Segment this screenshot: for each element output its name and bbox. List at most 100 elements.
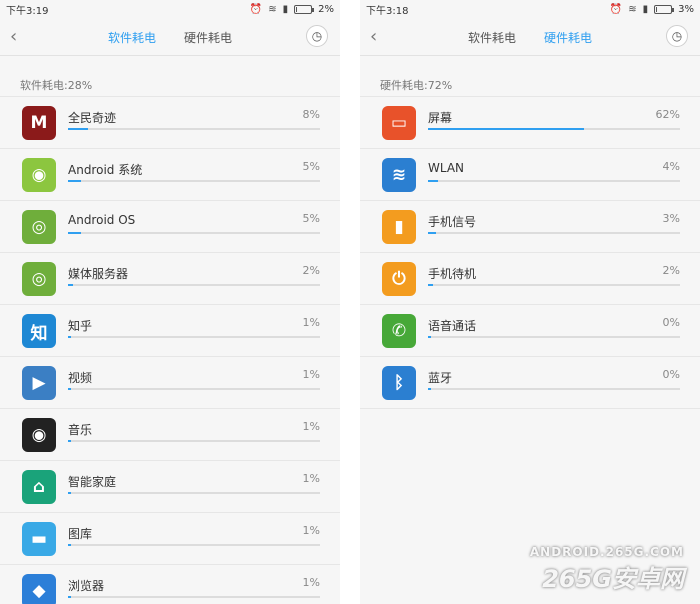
phone-icon: ✆ — [382, 314, 416, 348]
item-percent: 1% — [302, 576, 320, 589]
item-name: 手机待机 — [428, 267, 477, 281]
status-time: 下午3:19 — [6, 5, 49, 17]
usage-bar — [68, 544, 320, 546]
header: ‹ 软件耗电 硬件耗电 ◷ — [360, 18, 700, 56]
list-item[interactable]: ⌂ 智能家庭 1% — [0, 460, 340, 512]
browser-icon: ◆ — [22, 574, 56, 604]
tab-software[interactable]: 软件耗电 — [108, 29, 156, 46]
usage-bar-fill — [428, 336, 432, 338]
usage-bar-fill — [428, 180, 439, 182]
list-item[interactable]: ◎ 媒体服务器 2% — [0, 252, 340, 304]
usage-bar — [68, 284, 320, 286]
usage-bar — [68, 440, 320, 442]
battery-icon — [654, 4, 675, 14]
list-item[interactable]: ◉ 音乐 1% — [0, 408, 340, 460]
watermark-brand: 265G安卓网 — [542, 565, 684, 593]
list-item[interactable]: ◉ Android 系统 5% — [0, 148, 340, 200]
item-percent: 0% — [662, 316, 680, 329]
list-item[interactable]: ✆ 语音通话 0% — [360, 304, 700, 356]
usage-bar — [68, 336, 320, 338]
clock-icon[interactable]: ◷ — [666, 25, 688, 47]
list-item[interactable]: ▮ 手机信号 3% — [360, 200, 700, 252]
usage-bar — [428, 128, 680, 130]
usage-bar-fill — [68, 596, 72, 598]
item-name: 视频 — [68, 371, 93, 385]
usage-bar — [428, 388, 680, 390]
usage-bar — [428, 284, 680, 286]
usage-list: ▭ 屏幕 62% ≋ WLAN 4% ▮ 手机信号 3% ⏻ 手机待机 2% ✆ 语音通话 0% ᛒ 蓝牙 0% — [360, 96, 700, 409]
list-item[interactable]: 知知乎 1% — [0, 304, 340, 356]
item-percent: 62% — [655, 108, 680, 121]
smart-home-icon: ⌂ — [22, 470, 56, 504]
usage-bar-fill — [68, 388, 72, 390]
usage-bar — [428, 180, 680, 182]
item-name: Android OS — [68, 213, 136, 227]
battery-icon — [294, 4, 315, 14]
alarm-icon: ⏰ — [249, 3, 263, 15]
list-item[interactable]: ≋ WLAN 4% — [360, 148, 700, 200]
left-screen: 下午3:19 ⏰ ≋ ▮ 2% ‹ 软件耗电 硬件耗电 ◷ 软件耗电:28% M… — [0, 0, 340, 604]
usage-bar-fill — [68, 336, 72, 338]
watermark: ANDROID.265G.COM 265G安卓网 — [530, 545, 684, 594]
item-percent: 8% — [302, 108, 320, 121]
list-item[interactable]: ᛒ 蓝牙 0% — [360, 356, 700, 408]
item-name: 浏览器 — [68, 579, 105, 593]
item-percent: 4% — [662, 160, 680, 173]
list-divider — [360, 408, 700, 409]
status-time: 下午3:18 — [366, 5, 409, 17]
music-icon: ◉ — [22, 418, 56, 452]
item-name: 图库 — [68, 527, 93, 541]
list-item[interactable]: ◎ Android OS 5% — [0, 200, 340, 252]
item-name: WLAN — [428, 161, 465, 175]
item-percent: 1% — [302, 472, 320, 485]
game-icon: M — [22, 106, 56, 140]
usage-bar-fill — [68, 492, 72, 494]
power-icon: ⏻ — [382, 262, 416, 296]
list-item[interactable]: ▶ 视频 1% — [0, 356, 340, 408]
zhihu-icon: 知 — [22, 314, 56, 348]
item-name: 屏幕 — [428, 111, 453, 125]
item-name: 知乎 — [68, 319, 93, 333]
item-name: 媒体服务器 — [68, 267, 129, 281]
gallery-icon: ▬ — [22, 522, 56, 556]
right-screen: 下午3:18 ⏰ ≋ ▮ 3% ‹ 软件耗电 硬件耗电 ◷ 硬件耗电:72% ▭… — [360, 0, 700, 604]
item-percent: 1% — [302, 368, 320, 381]
tab-bar: 软件耗电 硬件耗电 — [360, 29, 700, 46]
item-name: 全民奇迹 — [68, 111, 117, 125]
tab-hardware[interactable]: 硬件耗电 — [184, 29, 232, 46]
item-name: 语音通话 — [428, 319, 477, 333]
android-icon: ◉ — [22, 158, 56, 192]
list-item[interactable]: ◆ 浏览器 1% — [0, 564, 340, 604]
media-server-icon: ◎ — [22, 262, 56, 296]
screen-icon: ▭ — [382, 106, 416, 140]
clock-icon[interactable]: ◷ — [306, 25, 328, 47]
item-name: 蓝牙 — [428, 371, 453, 385]
video-icon: ▶ — [22, 366, 56, 400]
usage-bar — [68, 388, 320, 390]
list-item[interactable]: ⏻ 手机待机 2% — [360, 252, 700, 304]
usage-bar — [428, 336, 680, 338]
item-percent: 2% — [302, 264, 320, 277]
item-percent: 2% — [662, 264, 680, 277]
usage-bar — [68, 180, 320, 182]
tab-software[interactable]: 软件耗电 — [468, 29, 516, 46]
status-bar: 下午3:19 ⏰ ≋ ▮ 2% — [0, 0, 340, 18]
list-item[interactable]: ▭ 屏幕 62% — [360, 96, 700, 148]
signal-status-icon: ▮ — [282, 3, 289, 15]
usage-bar-fill — [428, 284, 434, 286]
usage-bar — [68, 492, 320, 494]
item-name: Android 系统 — [68, 163, 143, 177]
usage-bar — [68, 232, 320, 234]
usage-bar — [68, 596, 320, 598]
usage-bar-fill — [428, 232, 436, 234]
wifi-status-icon: ≋ — [268, 3, 277, 15]
usage-bar-fill — [68, 180, 81, 182]
item-percent: 1% — [302, 316, 320, 329]
list-item[interactable]: M 全民奇迹 8% — [0, 96, 340, 148]
tab-hardware[interactable]: 硬件耗电 — [544, 29, 592, 46]
list-item[interactable]: ▬ 图库 1% — [0, 512, 340, 564]
usage-bar-fill — [68, 440, 72, 442]
signal-icon: ▮ — [382, 210, 416, 244]
alarm-icon: ⏰ — [609, 3, 623, 15]
status-bar: 下午3:18 ⏰ ≋ ▮ 3% — [360, 0, 700, 18]
